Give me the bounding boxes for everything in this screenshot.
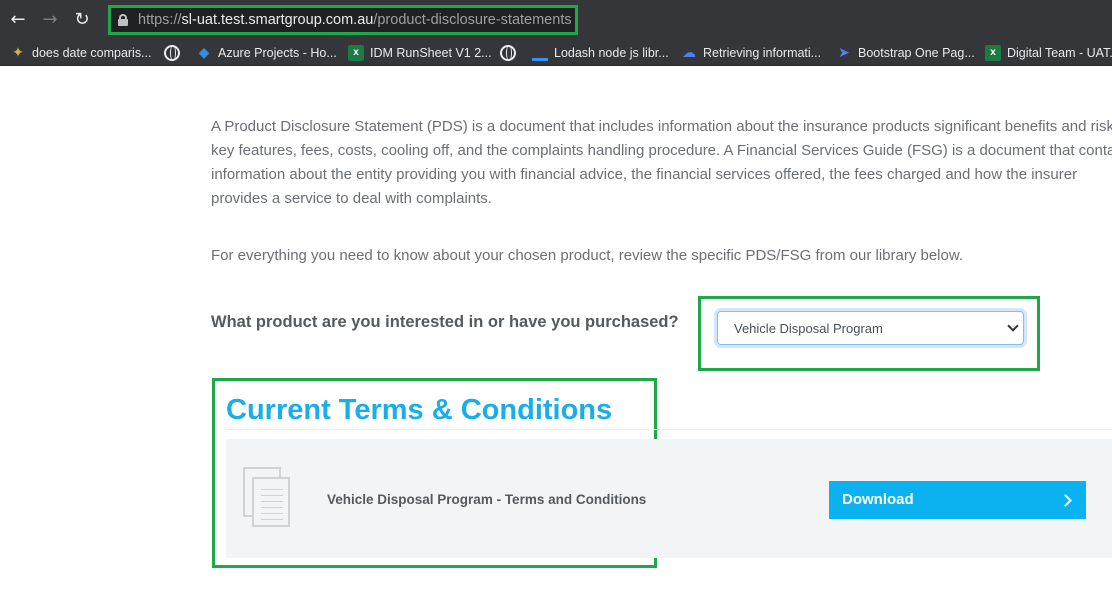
lodash-icon (532, 45, 548, 61)
bookmark-label: Lodash node js libr... (554, 46, 669, 60)
intro-line: A Product Disclosure Statement (PDS) is … (211, 118, 1112, 135)
library-paragraph: For everything you need to know about yo… (211, 247, 964, 264)
back-button[interactable]: ← (8, 10, 28, 30)
bookmark-label: does date comparis... (32, 46, 152, 60)
reload-button[interactable]: ↻ (72, 10, 92, 30)
chevron-right-icon (1059, 494, 1072, 507)
browser-toolbar: ← → ↻ https://sl-uat.test.smartgroup.com… (0, 0, 1112, 40)
intro-line: provides a service to deal with complain… (211, 190, 492, 207)
forward-button[interactable]: → (40, 10, 60, 30)
download-button[interactable]: Download (829, 481, 1086, 519)
document-title: Vehicle Disposal Program - Terms and Con… (327, 492, 647, 507)
bookmark-label: IDM RunSheet V1 2... (370, 46, 492, 60)
bookmark-label: Bootstrap One Pag... (858, 46, 975, 60)
arrow-right-icon: → (42, 9, 58, 30)
bookmark-label: Retrieving informati... (703, 46, 822, 60)
globe-icon (164, 45, 180, 61)
terms-heading: Current Terms & Conditions (226, 394, 613, 426)
intro-line: information about the entity providing y… (211, 166, 1078, 183)
arrow-left-icon: ← (10, 9, 26, 30)
page-content: A Product Disclosure Statement (PDS) is … (0, 67, 1112, 609)
address-bar[interactable]: https://sl-uat.test.smartgroup.com.au/pr… (108, 5, 578, 35)
lock-icon (118, 14, 128, 26)
product-select[interactable]: Vehicle Disposal Program (717, 311, 1024, 345)
document-icon (243, 467, 293, 529)
url-path: /product-disclosure-statements (373, 12, 572, 28)
bookmark-label: Azure Projects - Ho... (218, 46, 337, 60)
download-label: Download (842, 491, 914, 508)
cloud-icon: ☁ (682, 45, 696, 61)
globe-icon (500, 45, 516, 61)
url-scheme: https:// (138, 12, 182, 28)
product-question-label: What product are you interested in or ha… (211, 313, 679, 331)
url-host: sl-uat.test.smartgroup.com.au (181, 12, 374, 28)
intro-line: key features, fees, costs, cooling off, … (211, 142, 1112, 159)
reload-icon: ↻ (74, 9, 90, 30)
product-select-value: Vehicle Disposal Program (734, 321, 883, 336)
intro-paragraph: A Product Disclosure Statement (PDS) is … (211, 115, 1112, 211)
bookmark-label: Digital Team - UAT... (1007, 46, 1112, 60)
chevron-down-icon (1007, 320, 1019, 332)
spark-icon: ✦ (12, 45, 24, 61)
bootstrap-icon: ➤ (838, 45, 850, 61)
bookmarks-bar: ✦ does date comparis... ◆ Azure Projects… (0, 40, 1112, 66)
azure-devops-icon: ◆ (198, 45, 210, 61)
url-text[interactable]: https://sl-uat.test.smartgroup.com.au/pr… (138, 11, 572, 29)
excel-icon: x (348, 45, 364, 61)
excel-icon: x (985, 45, 1001, 61)
divider (226, 429, 1112, 430)
document-card: Vehicle Disposal Program - Terms and Con… (226, 439, 1112, 558)
